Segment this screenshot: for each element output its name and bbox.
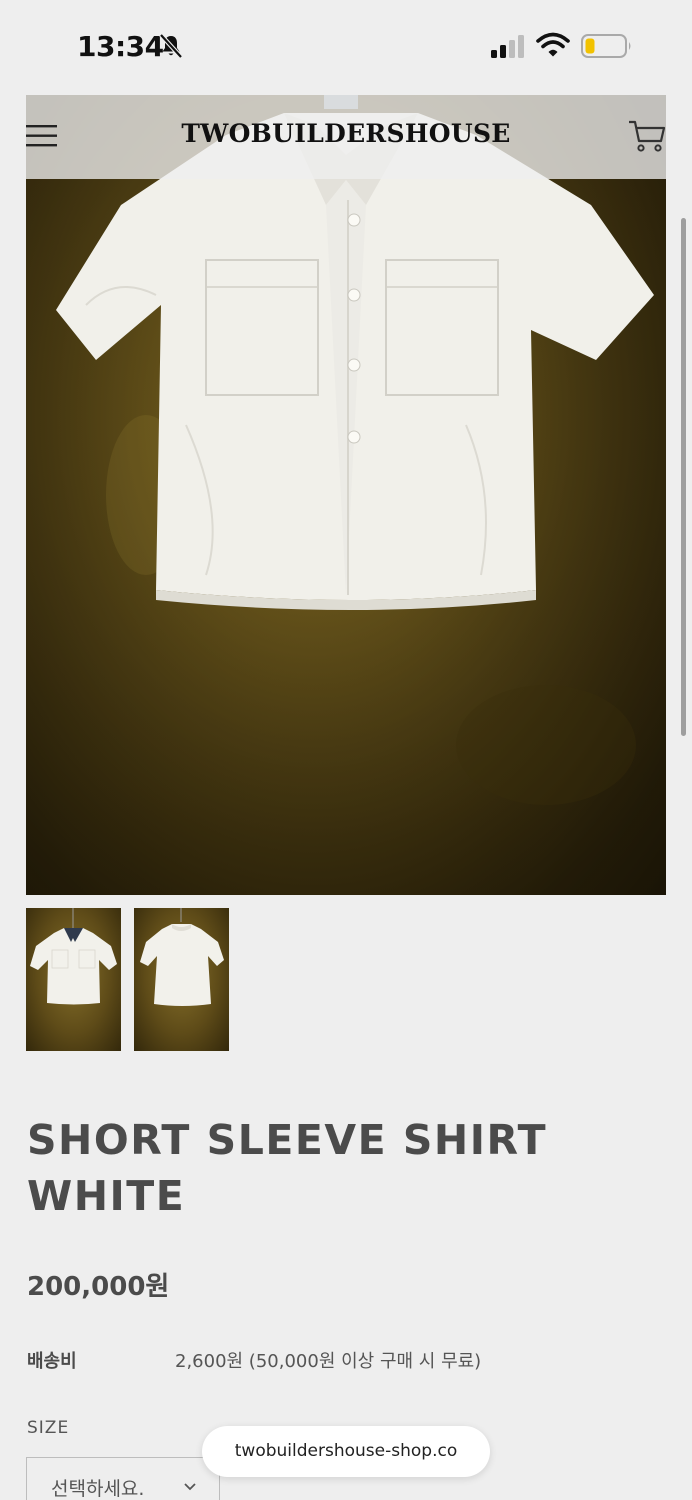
bell-slash-icon [159,33,183,59]
chevron-down-icon [184,1483,196,1491]
battery-low-icon [581,34,631,58]
thumbnail-back[interactable] [134,908,229,1051]
signal-icon [491,35,524,58]
site-header: TWOBUILDERSHOUSE [26,95,666,179]
url-bar[interactable]: twobuildershouse-shop.co [202,1426,490,1477]
product-main-image[interactable] [26,95,666,895]
wifi-icon [536,32,570,57]
product-title: SHORT SLEEVE SHIRT WHITE [27,1116,548,1220]
status-bar: 13:34 [0,0,692,92]
status-time: 13:34 [77,30,164,63]
shipping-label: 배송비 [27,1351,77,1372]
size-select-value: 선택하세요. [51,1478,145,1500]
size-label: SIZE [27,1418,70,1438]
cart-icon[interactable] [628,119,666,153]
size-select[interactable]: 선택하세요. [26,1457,220,1500]
thumbnail-front[interactable] [26,908,121,1051]
scrollbar[interactable] [681,218,686,736]
brand-logo[interactable]: TWOBUILDERSHOUSE [26,119,666,148]
shipping-value: 2,600원 (50,000원 이상 구매 시 무료) [175,1351,482,1372]
product-price: 200,000원 [27,1272,170,1302]
